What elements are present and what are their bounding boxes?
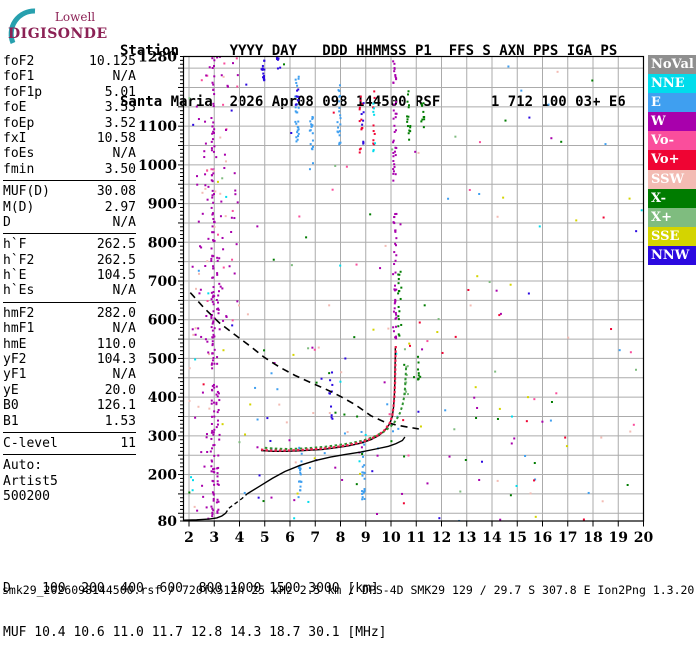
x-axis-label: 7 <box>310 530 320 546</box>
x-axis-label: 5 <box>260 530 270 546</box>
profile-valley <box>228 493 248 509</box>
legend-item-vo: Vo- <box>648 131 696 151</box>
x-axis-label: 14 <box>482 530 502 546</box>
x-axis-label: 8 <box>336 530 346 546</box>
echo-direction-legend: NoVal NNE E W Vo- Vo+ SSW X- X+ SSE NNW <box>648 55 696 266</box>
legend-item-e: E <box>648 93 696 113</box>
legend-item-nnw: NNW <box>648 245 696 266</box>
legend-item-noval: NoVal <box>648 55 696 75</box>
x-axis-label: 6 <box>285 530 295 546</box>
y-axis-label: 400 <box>148 390 177 406</box>
y-axis-label: 1100 <box>138 119 177 135</box>
profile-e-region <box>183 510 228 521</box>
muf-transmission-curve <box>189 292 419 430</box>
y-axis-label: 300 <box>148 429 177 445</box>
x-axis-label: 12 <box>432 530 451 546</box>
x-axis-label: 3 <box>209 530 219 546</box>
o-mode-trace <box>260 345 397 452</box>
x-axis-label: 4 <box>235 530 245 546</box>
legend-item-sse: SSE <box>648 226 696 246</box>
x-axis-label: 9 <box>361 530 371 546</box>
y-axis-label: 900 <box>148 197 177 213</box>
profile-f-region <box>246 436 406 495</box>
legend-item-ssw: SSW <box>648 169 696 189</box>
status-bar: smk29_2026098144500.rsf / 720fx512h 25 k… <box>2 583 695 597</box>
x-axis-label: 10 <box>381 530 401 546</box>
legend-item-nne: NNE <box>648 74 696 94</box>
x-axis-label: 18 <box>583 530 602 546</box>
x-axis-label: 15 <box>508 530 527 546</box>
ionogram-app: Lowell DIGISONDE Station YYYY DAY DDD HH… <box>0 0 700 639</box>
y-axis-label: 600 <box>148 313 177 329</box>
legend-item-w: W <box>648 112 696 132</box>
legend-item-x: X+ <box>648 207 696 227</box>
y-axis-label: 500 <box>148 351 177 367</box>
muf-row: MUF 10.4 10.6 11.0 11.7 12.8 14.3 18.7 3… <box>3 624 387 640</box>
y-axis-label: 1280 <box>138 50 177 66</box>
legend-item-vo: Vo+ <box>648 150 696 170</box>
y-axis-label: 700 <box>148 274 177 290</box>
ionogram-plot: 1280 1100 1000 900 800 700 600 500 400 300 200 80 2 3… <box>138 50 653 547</box>
axis-labels: 1280 1100 1000 900 800 700 600 500 400 300 200 80 2 3… <box>138 50 653 547</box>
muf-distance-table: D 100 200 400 600 800 1000 1500 3000 [km… <box>3 553 387 669</box>
x-axis-label: 11 <box>407 530 426 546</box>
x-axis-label: 2 <box>184 530 194 546</box>
x-axis-label: 20 <box>634 530 654 546</box>
y-axis-label: 200 <box>148 468 177 484</box>
x-axis-label: 17 <box>558 530 577 546</box>
grid-lines <box>183 56 644 521</box>
x-axis-label: 13 <box>457 530 476 546</box>
legend-item-x: X- <box>648 188 696 208</box>
y-axis-label: 800 <box>148 235 177 251</box>
x-axis-label: 16 <box>533 530 552 546</box>
y-axis-label: 80 <box>158 514 178 530</box>
x-axis-label: 19 <box>609 530 628 546</box>
y-axis-label: 1000 <box>138 158 177 174</box>
x-mode-trace <box>264 366 408 451</box>
